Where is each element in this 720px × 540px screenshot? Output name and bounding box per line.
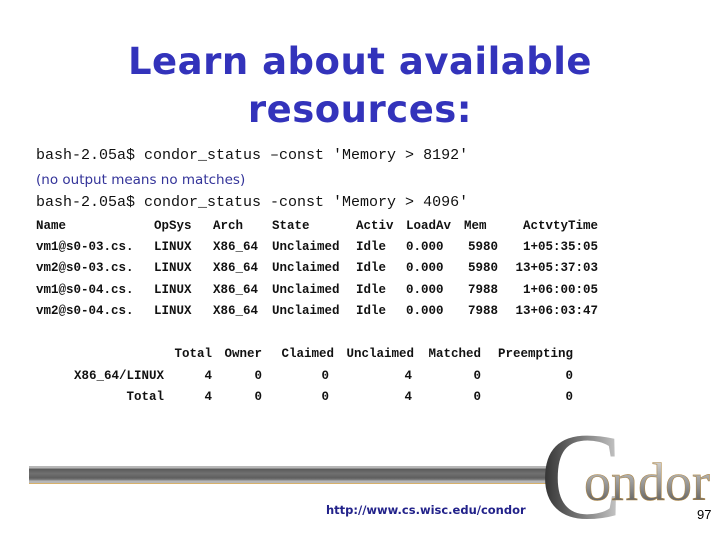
summary-owner: 0 — [254, 369, 262, 383]
condor-url-link[interactable]: http://www.cs.wisc.edu/condor — [326, 503, 526, 517]
header-claimed: Claimed — [281, 347, 334, 361]
cell-loadav: 0.000 — [406, 261, 444, 275]
cell-actvtytime: 13+06:03:47 — [515, 304, 598, 318]
title-line-1: Learn about available — [127, 40, 593, 83]
header-preempting: Preempting — [497, 347, 573, 361]
status-table-header: Name OpSys Arch State Activ LoadAv Mem A… — [36, 218, 598, 234]
summary-preempting: 0 — [565, 390, 573, 404]
page-number: 97 — [697, 507, 712, 522]
cell-mem: 5980 — [467, 261, 498, 275]
header-total: Total — [174, 347, 212, 361]
no-output-note: (no output means no matches) — [36, 172, 246, 188]
cell-arch: X86_64 — [213, 283, 259, 297]
table-row: vm2@s0-04.cs. LINUX X86_64 Unclaimed Idl… — [36, 303, 598, 319]
header-activ: Activ — [356, 219, 394, 233]
header-owner: Owner — [224, 347, 262, 361]
cell-activ: Idle — [356, 283, 387, 297]
command-line-2: bash-2.05a$ condor_status -const 'Memory… — [36, 194, 469, 211]
cell-name: vm1@s0-04.cs. — [36, 283, 134, 297]
summary-label: Total — [126, 390, 164, 404]
cell-state: Unclaimed — [272, 283, 340, 297]
cell-actvtytime: 13+05:37:03 — [515, 261, 598, 275]
summary-row: Total 4 0 0 4 0 0 — [40, 389, 573, 405]
command-line-1: bash-2.05a$ condor_status –const 'Memory… — [36, 147, 469, 164]
header-matched: Matched — [428, 347, 481, 361]
cell-loadav: 0.000 — [406, 304, 444, 318]
summary-owner: 0 — [254, 390, 262, 404]
cell-arch: X86_64 — [213, 240, 259, 254]
slide-title: Learn about available resources: — [0, 38, 720, 134]
header-arch: Arch — [213, 219, 244, 233]
summary-claimed: 0 — [321, 390, 329, 404]
summary-unclaimed: 4 — [404, 369, 412, 383]
cell-loadav: 0.000 — [406, 240, 444, 254]
summary-total: 4 — [204, 369, 212, 383]
summary-label: X86_64/LINUX — [73, 369, 164, 383]
summary-unclaimed: 4 — [404, 390, 412, 404]
cell-mem: 7988 — [467, 304, 498, 318]
logo-ondor-text: ondor — [584, 452, 710, 512]
status-table: Name OpSys Arch State Activ LoadAv Mem A… — [36, 218, 636, 318]
title-line-2: resources: — [247, 88, 473, 131]
cell-state: Unclaimed — [272, 304, 340, 318]
summary-preempting: 0 — [565, 369, 573, 383]
header-opsys: OpSys — [154, 219, 192, 233]
cell-mem: 5980 — [467, 240, 498, 254]
cell-name: vm2@s0-04.cs. — [36, 304, 134, 318]
cell-name: vm2@s0-03.cs. — [36, 261, 134, 275]
table-row: vm1@s0-03.cs. LINUX X86_64 Unclaimed Idl… — [36, 239, 598, 255]
summary-matched: 0 — [473, 369, 481, 383]
cell-activ: Idle — [356, 304, 387, 318]
cell-opsys: LINUX — [154, 261, 192, 275]
summary-claimed: 0 — [321, 369, 329, 383]
cell-name: vm1@s0-03.cs. — [36, 240, 134, 254]
cell-mem: 7988 — [467, 283, 498, 297]
cell-opsys: LINUX — [154, 240, 192, 254]
cell-activ: Idle — [356, 240, 387, 254]
summary-total: 4 — [204, 390, 212, 404]
cell-loadav: 0.000 — [406, 283, 444, 297]
cell-opsys: LINUX — [154, 304, 192, 318]
table-row: vm1@s0-04.cs. LINUX X86_64 Unclaimed Idl… — [36, 282, 598, 298]
header-name: Name — [36, 219, 67, 233]
cell-arch: X86_64 — [213, 261, 259, 275]
header-mem: Mem — [464, 219, 487, 233]
decorative-bar — [29, 466, 557, 484]
cell-state: Unclaimed — [272, 261, 340, 275]
summary-matched: 0 — [473, 390, 481, 404]
cell-actvtytime: 1+06:00:05 — [522, 283, 598, 297]
cell-opsys: LINUX — [154, 283, 192, 297]
cell-arch: X86_64 — [213, 304, 259, 318]
summary-row: X86_64/LINUX 4 0 0 4 0 0 — [40, 368, 573, 384]
condor-logo: C ondor — [540, 418, 710, 528]
header-actvtytime: ActvtyTime — [522, 219, 598, 233]
cell-state: Unclaimed — [272, 240, 340, 254]
header-state: State — [272, 219, 310, 233]
cell-actvtytime: 1+05:35:05 — [522, 240, 598, 254]
cell-activ: Idle — [356, 261, 387, 275]
summary-table-header: Total Owner Claimed Unclaimed Matched Pr… — [40, 346, 573, 362]
summary-table: Total Owner Claimed Unclaimed Matched Pr… — [40, 346, 600, 406]
table-row: vm2@s0-03.cs. LINUX X86_64 Unclaimed Idl… — [36, 260, 598, 276]
header-loadav: LoadAv — [406, 219, 452, 233]
header-unclaimed: Unclaimed — [346, 347, 414, 361]
